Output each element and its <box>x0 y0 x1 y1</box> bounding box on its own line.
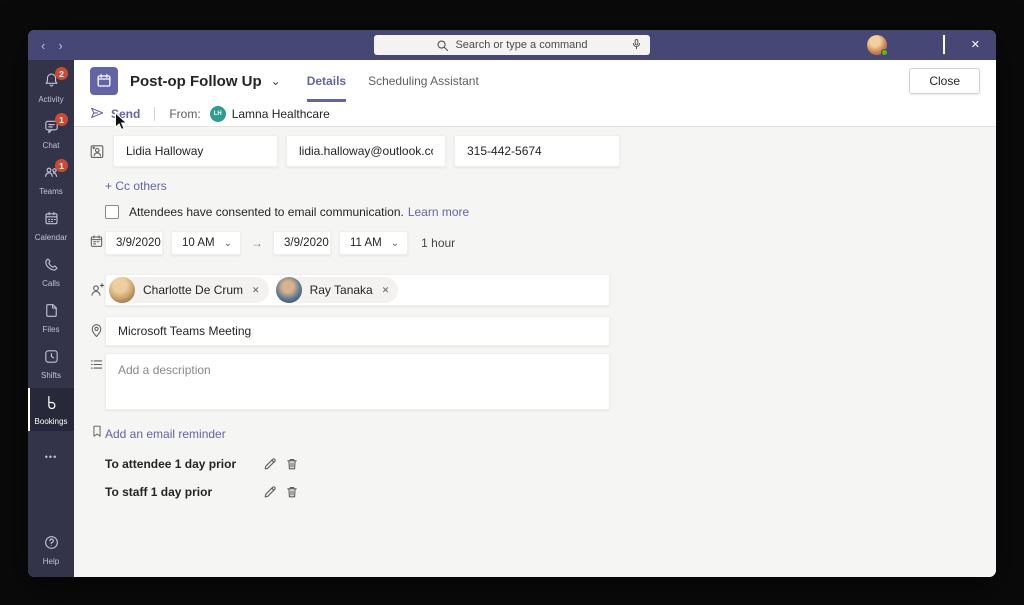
bookmark-icon <box>90 424 104 443</box>
from-label: From: <box>169 107 200 121</box>
reminder-label: To staff 1 day prior <box>105 485 263 499</box>
teams-badge: 1 <box>55 159 68 172</box>
staff-chip[interactable]: Charlotte De Crum ✕ <box>109 277 269 303</box>
attendee-email-field[interactable] <box>286 135 446 167</box>
edit-reminder-icon[interactable] <box>263 485 277 499</box>
close-button[interactable]: Close <box>909 68 980 94</box>
main-content: Post-op Follow Up ⌄ Details Scheduling A… <box>74 60 996 577</box>
end-time-dropdown[interactable]: 11 AM ⌄ <box>339 231 408 255</box>
search-placeholder: Search or type a command <box>455 39 587 51</box>
sidebar-item-activity[interactable]: 2 Activity <box>28 66 74 109</box>
staff-field[interactable]: Charlotte De Crum ✕ Ray Tanaka ✕ <box>105 274 610 306</box>
date-calendar-icon <box>89 234 104 254</box>
description-list-icon <box>89 357 104 377</box>
add-staff-icon <box>89 282 105 303</box>
back-icon[interactable]: ‹ <box>41 39 45 52</box>
description-field[interactable] <box>105 353 610 410</box>
document-icon <box>43 302 60 324</box>
search-input[interactable]: Search or type a command <box>374 35 650 55</box>
sidebar-item-calls[interactable]: Calls <box>28 250 74 293</box>
end-date-field[interactable]: 3/9/2020 <box>273 231 331 255</box>
staff-avatar <box>109 277 135 303</box>
reminder-row: To staff 1 day prior <box>88 485 980 499</box>
reminder-row: To attendee 1 day prior <box>88 457 980 471</box>
microphone-icon[interactable] <box>630 38 643 51</box>
learn-more-link[interactable]: Learn more <box>408 205 469 219</box>
business-avatar: LH <box>210 106 226 122</box>
add-email-reminder-link[interactable]: Add an email reminder <box>105 427 226 441</box>
appointment-header: Post-op Follow Up ⌄ Details Scheduling A… <box>74 60 996 102</box>
sidebar-item-bookings[interactable]: Bookings <box>28 388 74 431</box>
add-attendee-icon <box>89 143 105 164</box>
delete-reminder-icon[interactable] <box>285 457 299 471</box>
presence-available-icon <box>881 49 888 56</box>
chat-badge: 1 <box>55 113 68 126</box>
sidebar-item-chat[interactable]: 1 Chat <box>28 112 74 155</box>
activity-badge: 2 <box>55 67 68 80</box>
business-name: Lamna Healthcare <box>232 107 330 121</box>
duration-label: 1 hour <box>421 236 455 250</box>
phone-icon <box>43 256 60 278</box>
location-field[interactable]: Microsoft Teams Meeting <box>105 316 610 346</box>
location-pin-icon <box>89 323 104 343</box>
attendee-phone-field[interactable] <box>454 135 620 167</box>
forward-icon[interactable]: › <box>58 39 62 52</box>
tab-scheduling-assistant[interactable]: Scheduling Assistant <box>368 60 479 102</box>
more-icon: ••• <box>45 452 57 462</box>
consent-text: Attendees have consented to email commun… <box>129 205 404 219</box>
chevron-down-icon: ⌄ <box>391 238 399 249</box>
reminder-label: To attendee 1 day prior <box>105 457 263 471</box>
sidebar-item-teams[interactable]: 1 Teams <box>28 158 74 201</box>
sidebar-more-button[interactable]: ••• <box>28 440 74 474</box>
tab-details[interactable]: Details <box>307 60 346 102</box>
sidebar-item-calendar[interactable]: Calendar <box>28 204 74 247</box>
start-time-dropdown[interactable]: 10 AM ⌄ <box>171 231 241 255</box>
staff-chip[interactable]: Ray Tanaka ✕ <box>276 277 399 303</box>
title-bar: ‹ › Search or type a command ✕ <box>28 30 996 60</box>
user-avatar[interactable] <box>867 35 887 55</box>
page-title: Post-op Follow Up <box>130 73 262 90</box>
send-toolbar: Send From: LH Lamna Healthcare <box>74 102 996 127</box>
calendar-icon <box>43 210 60 232</box>
start-date-field[interactable]: 3/9/2020 <box>105 231 163 255</box>
bookings-icon <box>43 394 60 416</box>
remove-staff-icon[interactable]: ✕ <box>382 285 390 296</box>
send-icon <box>90 106 104 123</box>
maximize-button[interactable] <box>943 36 945 54</box>
consent-checkbox[interactable] <box>105 205 119 219</box>
staff-avatar <box>276 277 302 303</box>
delete-reminder-icon[interactable] <box>285 485 299 499</box>
cc-others-link[interactable]: + Cc others <box>105 179 167 193</box>
send-button[interactable]: Send <box>90 106 140 123</box>
remove-staff-icon[interactable]: ✕ <box>252 285 260 296</box>
sidebar-item-help[interactable]: Help <box>28 528 74 571</box>
help-icon <box>43 534 60 556</box>
sidebar-item-files[interactable]: Files <box>28 296 74 339</box>
chevron-down-icon: ⌄ <box>224 238 232 249</box>
app-sidebar: 2 Activity 1 Chat 1 Teams Calendar Calls <box>28 60 74 577</box>
close-window-button[interactable]: ✕ <box>971 40 980 51</box>
search-icon <box>436 39 449 52</box>
sidebar-item-shifts[interactable]: Shifts <box>28 342 74 385</box>
toolbar-divider <box>154 107 155 121</box>
arrow-right-icon: → <box>251 236 263 250</box>
attendee-name-field[interactable] <box>113 135 278 167</box>
appointment-calendar-icon <box>90 67 118 95</box>
from-business-selector[interactable]: LH Lamna Healthcare <box>210 106 330 122</box>
clock-icon <box>43 348 60 370</box>
title-chevron-down-icon[interactable]: ⌄ <box>271 74 281 88</box>
teams-window: ‹ › Search or type a command ✕ <box>28 30 996 577</box>
edit-reminder-icon[interactable] <box>263 457 277 471</box>
appointment-form: + Cc others Attendees have consented to … <box>74 127 996 577</box>
